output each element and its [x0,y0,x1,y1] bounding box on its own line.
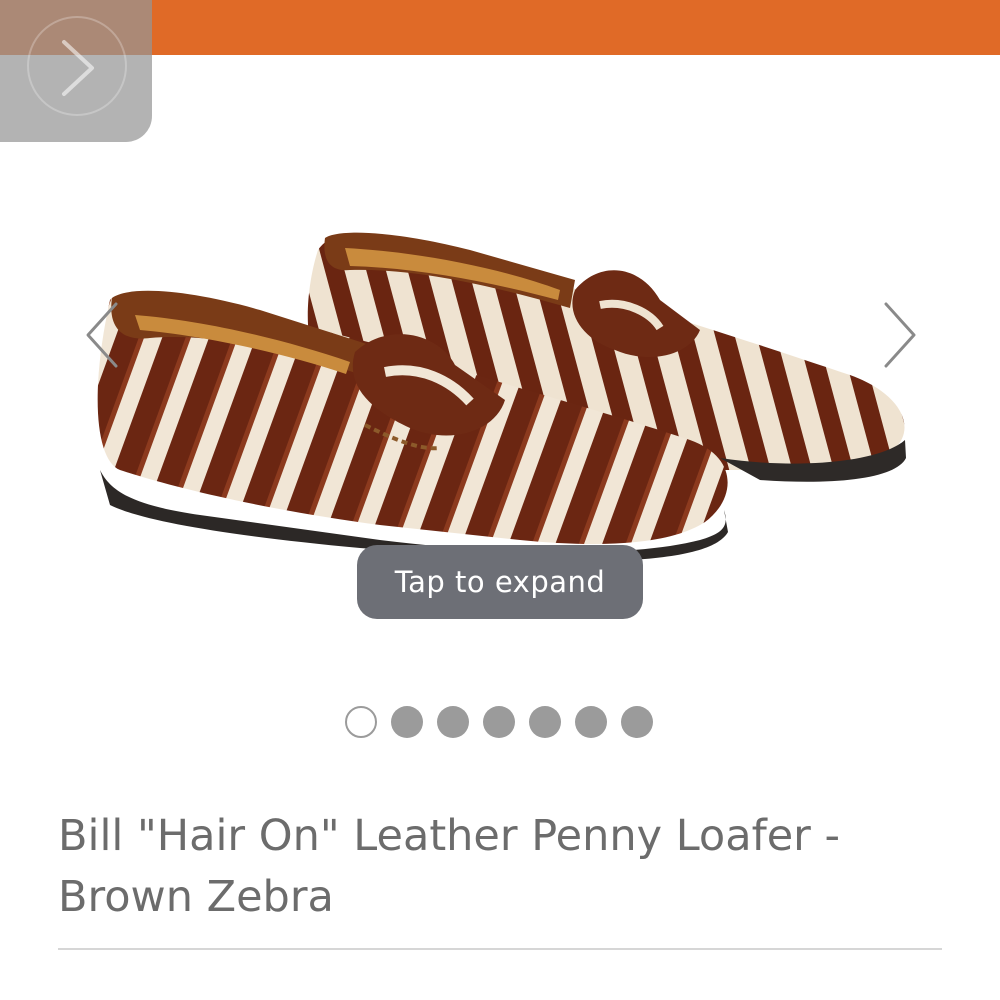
chevron-right-icon [62,40,94,96]
tap-to-expand-button[interactable]: Tap to expand [357,545,643,619]
next-image-button[interactable] [880,300,920,370]
product-title: Bill "Hair On" Leather Penny Loafer - Br… [58,811,841,922]
pagination-dot-4[interactable] [483,706,515,738]
divider [58,948,942,950]
pagination-dot-7[interactable] [621,706,653,738]
chevron-right-icon [884,302,916,368]
pagination-dot-2[interactable] [391,706,423,738]
gallery-pagination [345,706,653,738]
pagination-dot-3[interactable] [437,706,469,738]
expand-nav-button[interactable] [0,0,152,142]
pagination-dot-1[interactable] [345,706,377,738]
chevron-left-icon [86,302,118,368]
previous-image-button[interactable] [82,300,122,370]
pagination-dot-6[interactable] [575,706,607,738]
pagination-dot-5[interactable] [529,706,561,738]
